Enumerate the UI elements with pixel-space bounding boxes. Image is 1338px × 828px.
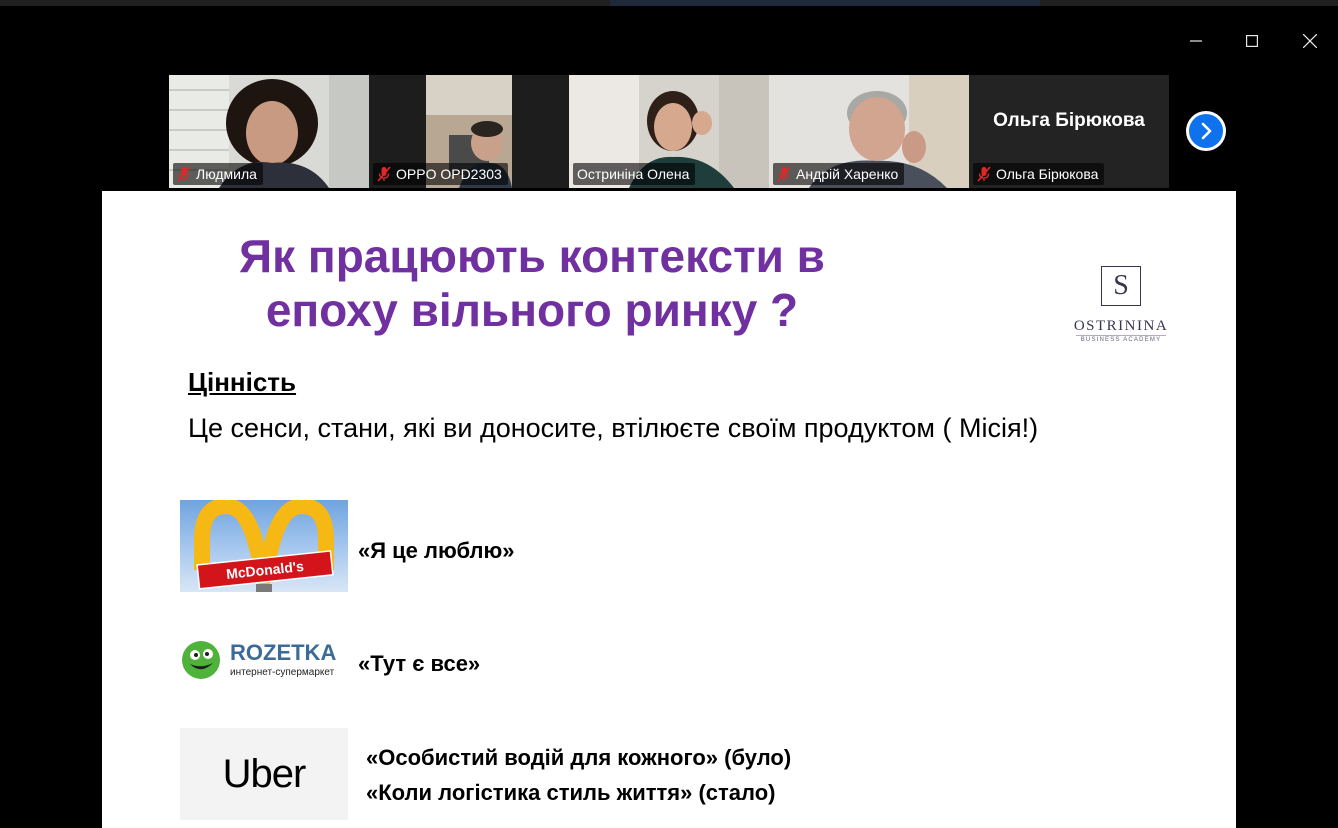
- slide-title: Як працюють контексти в епоху вільного р…: [239, 230, 825, 336]
- participant-name: OPPO OPD2303: [396, 166, 502, 182]
- muted-mic-icon: [977, 166, 991, 182]
- minimize-button[interactable]: [1176, 28, 1216, 54]
- quote-mcdonalds: «Я це люблю»: [358, 538, 515, 563]
- participant-name: Людмила: [196, 166, 257, 182]
- rozetka-brand-text: ROZETKA: [230, 640, 336, 665]
- uber-logo-image: Uber: [180, 728, 348, 820]
- logo-sub: BUSINESS ACADEMY: [1076, 335, 1166, 343]
- participant-strip: Людмила OPPO OPD2303 Остриніна Олена Анд…: [169, 75, 1169, 188]
- participant-tile[interactable]: Ольга Бірюкова Ольга Бірюкова: [969, 75, 1169, 188]
- participant-nameplate: Ольга Бірюкова: [973, 163, 1105, 185]
- maximize-button[interactable]: [1232, 28, 1272, 54]
- participant-tile[interactable]: OPPO OPD2303: [369, 75, 569, 188]
- uber-brand-text: Uber: [222, 751, 307, 796]
- participant-name: Ольга Бірюкова: [996, 166, 1099, 182]
- participant-nameplate: OPPO OPD2303: [373, 163, 508, 185]
- participant-tile[interactable]: Андрій Харенко: [769, 75, 969, 188]
- background-window-bar: [0, 0, 1338, 6]
- muted-mic-icon: [177, 166, 191, 182]
- shared-slide: Як працюють контексти в епоху вільного р…: [102, 191, 1236, 828]
- close-icon: [1303, 34, 1317, 48]
- participant-tile-active-speaker[interactable]: Остриніна Олена: [569, 75, 769, 188]
- logo-brand: OSTRININA: [1073, 318, 1169, 334]
- logo-monogram-icon: S: [1101, 266, 1141, 306]
- slide-text: Це сенси, стани, які ви доносите, втілює…: [188, 413, 1039, 443]
- muted-mic-icon: [777, 166, 791, 182]
- participant-name: Остриніна Олена: [577, 166, 690, 182]
- mcdonalds-logo-image: McDonald's: [180, 500, 348, 592]
- chevron-right-icon: [1201, 122, 1212, 140]
- quote-uber-after: «Коли логістика стиль життя» (стало): [366, 780, 776, 805]
- minimize-icon: [1190, 40, 1202, 42]
- next-participants-button[interactable]: [1186, 111, 1226, 151]
- close-button[interactable]: [1290, 28, 1330, 54]
- maximize-icon: [1246, 35, 1258, 47]
- participant-name: Андрій Харенко: [796, 166, 899, 182]
- quote-rozetka: «Тут є все»: [358, 651, 481, 676]
- background-tab: [610, 0, 1040, 6]
- participant-nameplate: Остриніна Олена: [573, 163, 696, 185]
- participant-nameplate: Андрій Харенко: [773, 163, 905, 185]
- muted-mic-icon: [377, 166, 391, 182]
- participant-nameplate: Людмила: [173, 163, 263, 185]
- rozetka-logo-image: ROZETKA интернет-супермаркет: [180, 637, 348, 683]
- participant-tile[interactable]: Людмила: [169, 75, 369, 188]
- rozetka-sub-text: интернет-супермаркет: [230, 667, 335, 678]
- slide-heading: Цінність: [188, 367, 297, 397]
- ostrinina-logo: S OSTRININA BUSINESS ACADEMY: [1064, 266, 1178, 361]
- quote-uber-before: «Особистий водій для кожного» (було): [366, 745, 792, 770]
- participant-display-name: Ольга Бірюкова: [993, 110, 1145, 131]
